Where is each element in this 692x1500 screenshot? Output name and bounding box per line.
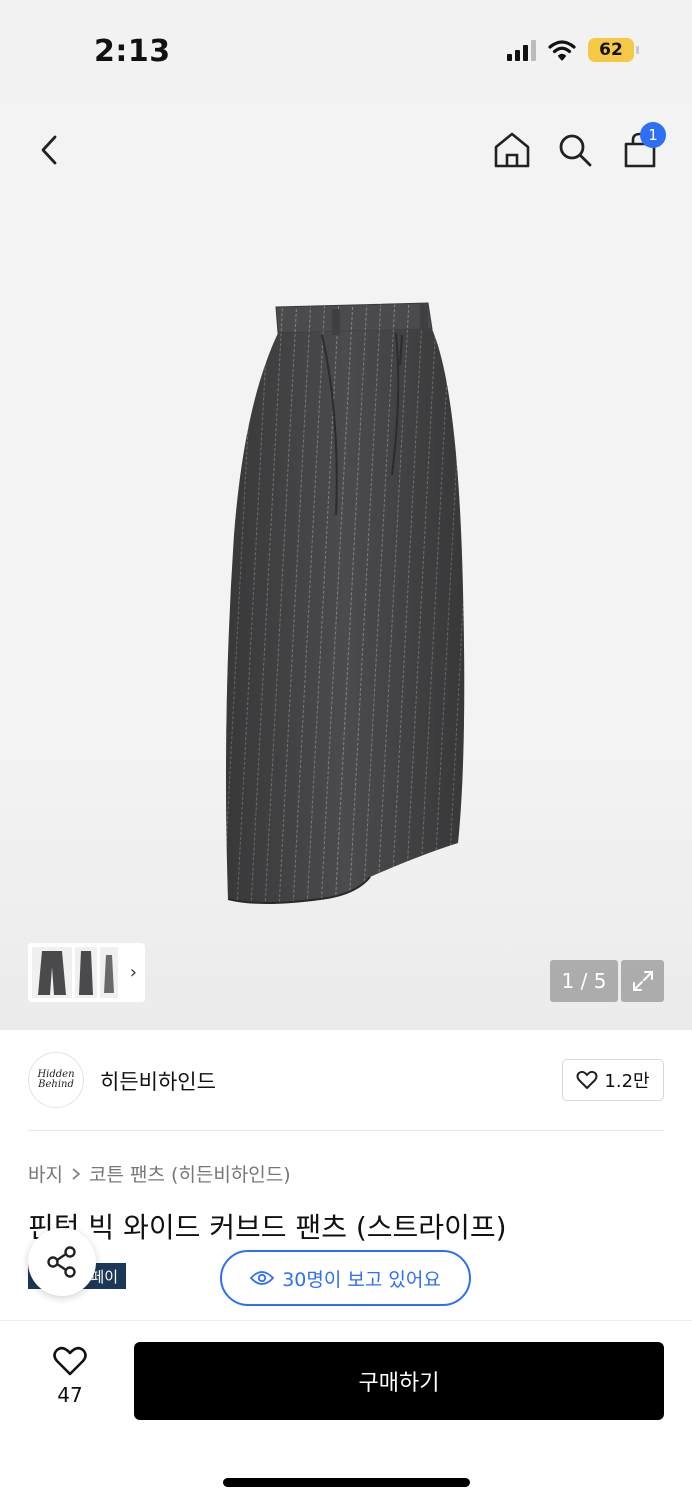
- back-button[interactable]: [28, 128, 72, 172]
- chevron-right-icon: [72, 1167, 81, 1180]
- breadcrumb-category[interactable]: 바지: [28, 1160, 63, 1187]
- thumbnail-strip[interactable]: ›: [28, 943, 145, 1002]
- status-icons: 62: [507, 38, 639, 62]
- home-indicator: [223, 1478, 470, 1487]
- signal-icon: [507, 39, 536, 61]
- battery-indicator: 62: [588, 38, 639, 62]
- top-nav: 1: [0, 120, 692, 180]
- brand-name[interactable]: 히든비하인드: [100, 1066, 216, 1096]
- bottom-action-bar: 47 구매하기: [0, 1320, 692, 1500]
- home-button[interactable]: [490, 128, 534, 172]
- cart-button[interactable]: 1: [618, 122, 666, 172]
- back-icon: [41, 135, 57, 165]
- viewers-label: 30명이 보고 있어요: [282, 1268, 441, 1291]
- thumbnail-3[interactable]: [100, 947, 118, 998]
- heart-icon: [576, 1070, 598, 1089]
- thumbnail-2[interactable]: [75, 947, 97, 998]
- divider: [28, 1130, 664, 1131]
- cart-badge: 1: [640, 122, 666, 148]
- product-title: 핀턱 빅 와이드 커브드 팬츠 (스트라이프): [28, 1211, 507, 1244]
- status-time: 2:13: [94, 34, 171, 69]
- wishlist-count: 47: [57, 1383, 83, 1407]
- chevron-right-icon[interactable]: ›: [130, 962, 137, 983]
- buy-button[interactable]: 구매하기: [134, 1342, 664, 1420]
- wishlist-button[interactable]: 47: [40, 1345, 100, 1407]
- search-icon: [559, 134, 592, 167]
- expand-icon: [632, 971, 653, 991]
- brand-row[interactable]: Hidden Behind 히든비하인드 1.2만: [28, 1050, 664, 1110]
- brand-like-count: 1.2만: [604, 1071, 650, 1092]
- page-counter: 1 / 5: [550, 960, 618, 1002]
- status-bar: 2:13 62: [0, 0, 692, 100]
- viewers-indicator: 30명이 보고 있어요: [220, 1250, 471, 1306]
- brand-logo-line2: Behind: [38, 1079, 74, 1090]
- expand-button[interactable]: [621, 960, 664, 1002]
- brand-logo[interactable]: Hidden Behind: [28, 1052, 84, 1108]
- home-icon: [494, 132, 530, 168]
- thumbnail-1[interactable]: [32, 947, 72, 998]
- breadcrumb-subcategory[interactable]: 코튼 팬츠 (히든비하인드): [89, 1160, 291, 1187]
- eye-icon: [250, 1271, 275, 1285]
- wifi-icon: [548, 40, 576, 61]
- heart-icon: [53, 1346, 87, 1376]
- share-icon: [47, 1246, 76, 1278]
- share-button[interactable]: [28, 1228, 96, 1296]
- brand-like-button[interactable]: 1.2만: [562, 1059, 664, 1101]
- product-photo: [226, 302, 465, 904]
- breadcrumb: 바지 코튼 팬츠 (히든비하인드): [28, 1160, 291, 1187]
- search-button[interactable]: [553, 128, 597, 172]
